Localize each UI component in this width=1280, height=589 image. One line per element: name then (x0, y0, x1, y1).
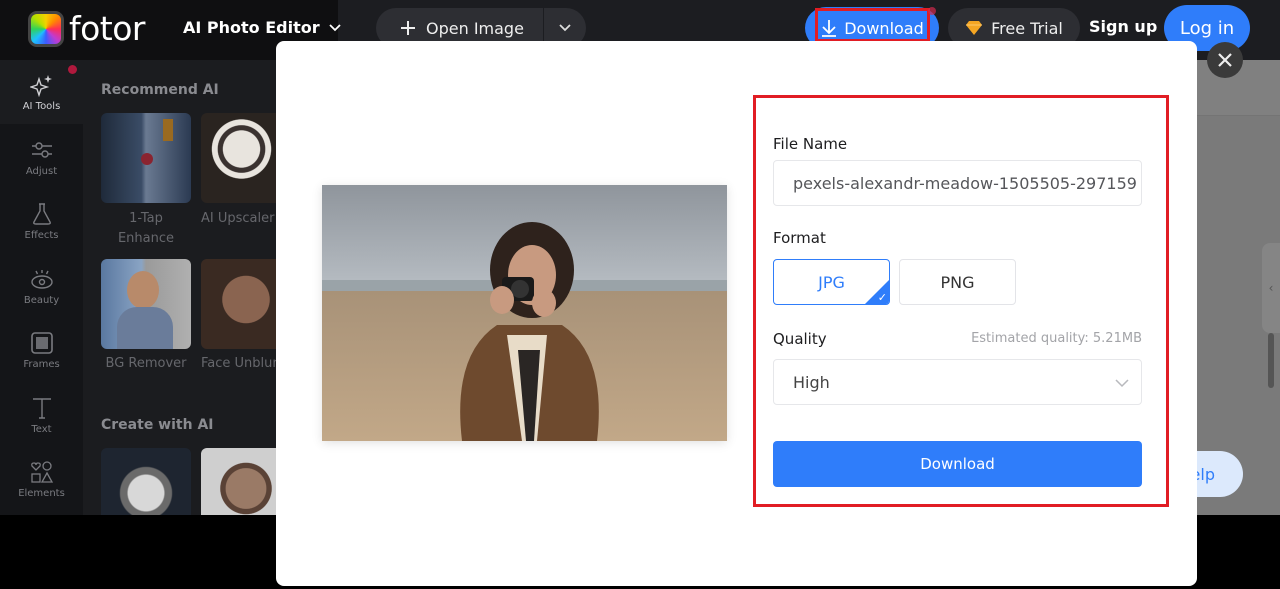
quality-label: Quality (773, 330, 827, 348)
eye-icon (30, 269, 53, 289)
open-image-label: Open Image (426, 18, 524, 38)
thumb-label: AI Upscaler (201, 211, 275, 226)
sidebar-item-elements[interactable]: Elements (0, 447, 83, 511)
chevron-down-icon (559, 24, 571, 32)
shapes-icon (30, 460, 53, 483)
text-icon (32, 397, 51, 419)
section-title: Recommend AI (101, 82, 219, 98)
thumb-bg-remover[interactable] (101, 259, 191, 349)
quality-value: High (793, 372, 830, 392)
sidebar-item-label: Text (31, 423, 52, 435)
thumb-label: 1-Tap Enhance (117, 211, 175, 246)
format-label: Format (773, 229, 826, 247)
thumb-ai-upscaler[interactable] (201, 113, 278, 203)
file-name-input[interactable]: pexels-alexandr-meadow-1505505-297159 (773, 160, 1142, 206)
sidebar-item-adjust[interactable]: Adjust (0, 125, 83, 189)
chevron-left-icon: ‹ (1268, 281, 1274, 295)
close-dialog-button[interactable] (1207, 42, 1243, 78)
sidebar-item-label: AI Tools (22, 100, 61, 112)
sidebar-item-beauty[interactable]: Beauty (0, 254, 83, 318)
plus-icon (401, 21, 415, 35)
product-menu-label: AI Photo Editor (183, 18, 320, 37)
chevron-down-icon (328, 23, 341, 31)
thumb-face-unblur[interactable] (201, 259, 278, 349)
format-option-label: PNG (940, 272, 975, 292)
sidebar-item-label: Adjust (25, 165, 58, 177)
chevron-down-icon (1115, 379, 1129, 388)
quality-select[interactable]: High (773, 359, 1142, 405)
sliders-icon (31, 141, 52, 158)
sidebar-item-label: Beauty (23, 294, 60, 306)
open-image-dropdown[interactable] (544, 23, 586, 33)
notification-dot (928, 7, 936, 15)
thumb-1-tap-enhance[interactable] (101, 113, 191, 203)
format-option-png[interactable]: PNG (899, 259, 1016, 305)
section-title: Create with AI (101, 417, 214, 433)
sidebar-item-label: Frames (23, 358, 60, 370)
download-icon (822, 20, 837, 37)
sidebar-item-text[interactable]: Text (0, 383, 83, 447)
preview-photo (322, 185, 727, 441)
diamond-icon (966, 21, 983, 35)
thumb-label: Face Unblur (201, 356, 278, 371)
frame-icon (30, 331, 53, 354)
sidebar-item-label: Effects (24, 229, 59, 241)
sidebar-item-frames[interactable]: Frames (0, 318, 83, 382)
logo-text[interactable]: fotor (69, 9, 146, 48)
download-top-label: Download (844, 18, 924, 38)
format-option-jpg[interactable]: JPG ✓ (773, 259, 890, 305)
thumb-label: BG Remover (105, 356, 187, 371)
sign-up-link[interactable]: Sign up (1089, 17, 1157, 36)
check-icon: ✓ (877, 291, 887, 304)
image-preview (322, 185, 727, 441)
product-menu[interactable]: AI Photo Editor (183, 18, 342, 37)
scrollbar[interactable] (1268, 333, 1274, 388)
sidebar-item-effects[interactable]: Effects (0, 189, 83, 253)
ai-tools-panel: Recommend AI 1-Tap Enhance AI Upscaler B… (83, 60, 278, 515)
notification-dot (68, 65, 77, 74)
thumb-headshot[interactable] (201, 448, 278, 515)
download-button[interactable]: Download (773, 441, 1142, 487)
estimated-size: Estimated quality: 5.21MB (971, 331, 1142, 346)
thumb-panda-astronaut[interactable] (101, 448, 191, 515)
flask-icon (32, 202, 51, 225)
free-trial-label: Free Trial (991, 18, 1063, 38)
format-option-label: JPG (818, 272, 845, 292)
sidebar-item-label: Elements (18, 487, 65, 499)
sidebar: AI Tools Adjust Effects Beauty Frames Te… (0, 60, 83, 515)
fotor-logo-icon[interactable] (28, 11, 64, 47)
collapse-panel-tab[interactable]: ‹ (1262, 243, 1280, 333)
close-icon (1218, 53, 1232, 67)
file-name-label: File Name (773, 135, 848, 153)
sparkle-icon (29, 74, 52, 97)
